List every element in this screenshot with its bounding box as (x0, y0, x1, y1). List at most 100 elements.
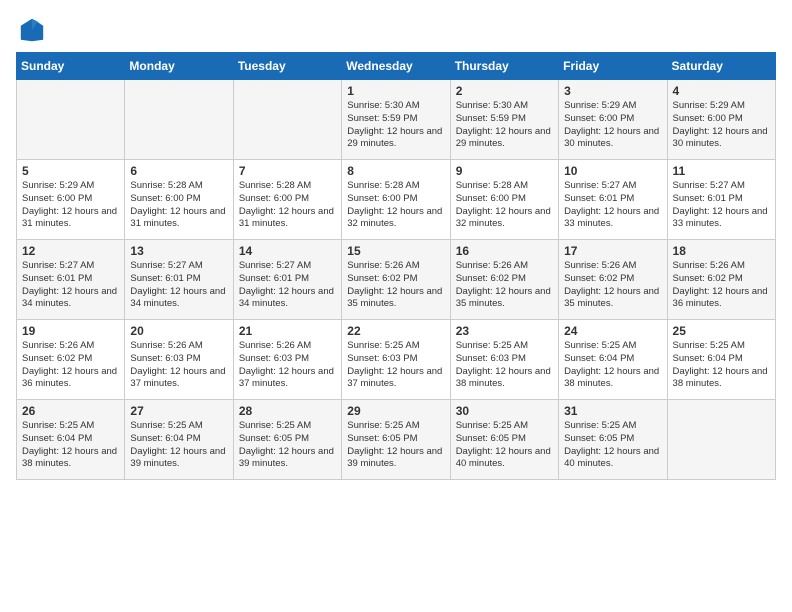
logo (16, 16, 46, 44)
header-row: Sunday Monday Tuesday Wednesday Thursday… (17, 53, 776, 80)
day-cell (17, 80, 125, 160)
day-cell: 16Sunrise: 5:26 AM Sunset: 6:02 PM Dayli… (450, 240, 558, 320)
day-number: 2 (456, 84, 554, 98)
day-info: Sunrise: 5:27 AM Sunset: 6:01 PM Dayligh… (564, 180, 662, 231)
logo-icon (18, 16, 46, 44)
day-cell: 4 Sunrise: 5:29 AM Sunset: 6:00 PM Daylig… (667, 80, 775, 160)
day-cell (233, 80, 341, 160)
day-cell: 8 Sunrise: 5:28 AM Sunset: 6:00 PM Daylig… (342, 160, 450, 240)
day-cell: 14 Sunrise: 5:27 AM Sunset: 6:01 PM Dayli… (233, 240, 341, 320)
day-number: 28 (239, 404, 337, 418)
day-number: 30 (456, 404, 554, 418)
day-cell: 23Sunrise: 5:25 AM Sunset: 6:03 PM Dayli… (450, 320, 558, 400)
day-cell: 15Sunrise: 5:26 AM Sunset: 6:02 PM Dayli… (342, 240, 450, 320)
day-info: Sunrise: 5:29 AM Sunset: 6:00 PM Dayligh… (22, 180, 120, 231)
day-info: Sunrise: 5:25 AM Sunset: 6:05 PM Dayligh… (239, 420, 337, 471)
day-cell: 17Sunrise: 5:26 AM Sunset: 6:02 PM Dayli… (559, 240, 667, 320)
day-number: 29 (347, 404, 445, 418)
day-cell: 1 Sunrise: 5:30 AM Sunset: 5:59 PM Daylig… (342, 80, 450, 160)
day-info: Sunrise: 5:29 AM Sunset: 6:00 PM Dayligh… (673, 100, 771, 151)
day-cell: 9Sunrise: 5:28 AM Sunset: 6:00 PM Daylig… (450, 160, 558, 240)
day-info: Sunrise: 5:26 AM Sunset: 6:02 PM Dayligh… (673, 260, 771, 311)
day-cell: 12 Sunrise: 5:27 AM Sunset: 6:01 PM Dayli… (17, 240, 125, 320)
day-cell: 20 Sunrise: 5:26 AM Sunset: 6:03 PM Dayli… (125, 320, 233, 400)
day-info: Sunrise: 5:25 AM Sunset: 6:05 PM Dayligh… (456, 420, 554, 471)
day-info: Sunrise: 5:26 AM Sunset: 6:03 PM Dayligh… (239, 340, 337, 391)
header-wednesday: Wednesday (342, 53, 450, 80)
day-cell: 24 Sunrise: 5:25 AM Sunset: 6:04 PM Dayli… (559, 320, 667, 400)
day-info: Sunrise: 5:25 AM Sunset: 6:03 PM Dayligh… (347, 340, 445, 391)
day-info: Sunrise: 5:27 AM Sunset: 6:01 PM Dayligh… (673, 180, 771, 231)
day-info: Sunrise: 5:26 AM Sunset: 6:03 PM Dayligh… (130, 340, 228, 391)
day-info: Sunrise: 5:25 AM Sunset: 6:05 PM Dayligh… (347, 420, 445, 471)
day-number: 13 (130, 244, 228, 258)
day-info: Sunrise: 5:25 AM Sunset: 6:04 PM Dayligh… (22, 420, 120, 471)
day-number: 26 (22, 404, 120, 418)
day-info: Sunrise: 5:25 AM Sunset: 6:04 PM Dayligh… (673, 340, 771, 391)
day-info: Sunrise: 5:30 AM Sunset: 5:59 PM Dayligh… (456, 100, 554, 151)
header-monday: Monday (125, 53, 233, 80)
week-row-3: 12 Sunrise: 5:27 AM Sunset: 6:01 PM Dayli… (17, 240, 776, 320)
day-info: Sunrise: 5:27 AM Sunset: 6:01 PM Dayligh… (22, 260, 120, 311)
header-friday: Friday (559, 53, 667, 80)
calendar-table: Sunday Monday Tuesday Wednesday Thursday… (16, 52, 776, 480)
day-info: Sunrise: 5:26 AM Sunset: 6:02 PM Dayligh… (22, 340, 120, 391)
day-cell: 2 Sunrise: 5:30 AM Sunset: 5:59 PM Daylig… (450, 80, 558, 160)
day-info: Sunrise: 5:30 AM Sunset: 5:59 PM Dayligh… (347, 100, 445, 151)
day-info: Sunrise: 5:26 AM Sunset: 6:02 PM Dayligh… (456, 260, 554, 311)
day-cell: 10 Sunrise: 5:27 AM Sunset: 6:01 PM Dayli… (559, 160, 667, 240)
day-number: 20 (130, 324, 228, 338)
week-row-5: 26 Sunrise: 5:25 AM Sunset: 6:04 PM Dayli… (17, 400, 776, 480)
header-tuesday: Tuesday (233, 53, 341, 80)
day-cell: 25 Sunrise: 5:25 AM Sunset: 6:04 PM Dayli… (667, 320, 775, 400)
day-cell: 27Sunrise: 5:25 AM Sunset: 6:04 PM Dayli… (125, 400, 233, 480)
day-info: Sunrise: 5:28 AM Sunset: 6:00 PM Dayligh… (347, 180, 445, 231)
day-cell: 18 Sunrise: 5:26 AM Sunset: 6:02 PM Dayli… (667, 240, 775, 320)
day-number: 10 (564, 164, 662, 178)
day-number: 12 (22, 244, 120, 258)
week-row-2: 5 Sunrise: 5:29 AM Sunset: 6:00 PM Daylig… (17, 160, 776, 240)
day-number: 8 (347, 164, 445, 178)
day-cell (667, 400, 775, 480)
day-number: 5 (22, 164, 120, 178)
day-cell: 22 Sunrise: 5:25 AM Sunset: 6:03 PM Dayli… (342, 320, 450, 400)
day-number: 24 (564, 324, 662, 338)
day-cell: 6 Sunrise: 5:28 AM Sunset: 6:00 PM Daylig… (125, 160, 233, 240)
day-cell: 30 Sunrise: 5:25 AM Sunset: 6:05 PM Dayli… (450, 400, 558, 480)
header-sunday: Sunday (17, 53, 125, 80)
day-number: 17 (564, 244, 662, 258)
day-info: Sunrise: 5:28 AM Sunset: 6:00 PM Dayligh… (239, 180, 337, 231)
day-info: Sunrise: 5:28 AM Sunset: 6:00 PM Dayligh… (130, 180, 228, 231)
day-number: 1 (347, 84, 445, 98)
day-info: Sunrise: 5:27 AM Sunset: 6:01 PM Dayligh… (239, 260, 337, 311)
day-number: 27 (130, 404, 228, 418)
week-row-1: 1 Sunrise: 5:30 AM Sunset: 5:59 PM Daylig… (17, 80, 776, 160)
day-cell: 11Sunrise: 5:27 AM Sunset: 6:01 PM Dayli… (667, 160, 775, 240)
day-cell: 3Sunrise: 5:29 AM Sunset: 6:00 PM Daylig… (559, 80, 667, 160)
day-number: 22 (347, 324, 445, 338)
day-number: 6 (130, 164, 228, 178)
day-cell (125, 80, 233, 160)
day-cell: 26 Sunrise: 5:25 AM Sunset: 6:04 PM Dayli… (17, 400, 125, 480)
day-info: Sunrise: 5:26 AM Sunset: 6:02 PM Dayligh… (347, 260, 445, 311)
day-number: 14 (239, 244, 337, 258)
day-cell: 13 Sunrise: 5:27 AM Sunset: 6:01 PM Dayli… (125, 240, 233, 320)
day-info: Sunrise: 5:25 AM Sunset: 6:05 PM Dayligh… (564, 420, 662, 471)
day-number: 4 (673, 84, 771, 98)
page-header (16, 16, 776, 44)
day-cell: 19 Sunrise: 5:26 AM Sunset: 6:02 PM Dayli… (17, 320, 125, 400)
day-number: 7 (239, 164, 337, 178)
header-saturday: Saturday (667, 53, 775, 80)
day-number: 21 (239, 324, 337, 338)
day-number: 25 (673, 324, 771, 338)
day-cell: 7 Sunrise: 5:28 AM Sunset: 6:00 PM Daylig… (233, 160, 341, 240)
day-info: Sunrise: 5:27 AM Sunset: 6:01 PM Dayligh… (130, 260, 228, 311)
day-info: Sunrise: 5:25 AM Sunset: 6:04 PM Dayligh… (564, 340, 662, 391)
day-cell: 28 Sunrise: 5:25 AM Sunset: 6:05 PM Dayli… (233, 400, 341, 480)
day-number: 9 (456, 164, 554, 178)
day-number: 18 (673, 244, 771, 258)
day-number: 19 (22, 324, 120, 338)
week-row-4: 19 Sunrise: 5:26 AM Sunset: 6:02 PM Dayli… (17, 320, 776, 400)
day-cell: 21 Sunrise: 5:26 AM Sunset: 6:03 PM Dayli… (233, 320, 341, 400)
day-number: 31 (564, 404, 662, 418)
